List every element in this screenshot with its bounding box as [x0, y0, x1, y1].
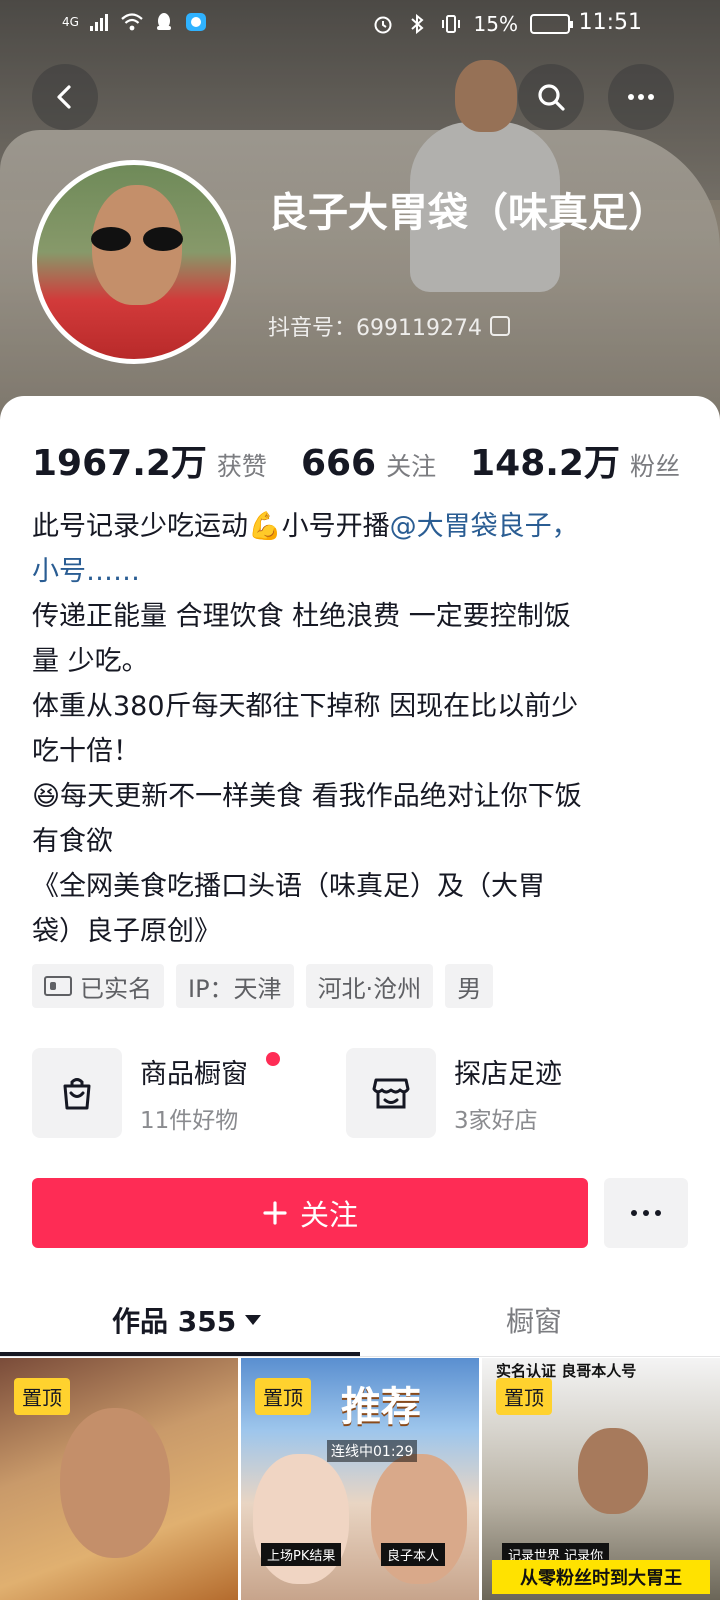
bio-line: 吃十倍！ [32, 736, 140, 767]
stat-likes[interactable]: 1967.2万 获赞 [32, 434, 267, 486]
store-icon [372, 1078, 410, 1109]
more-horizontal-icon [628, 94, 654, 100]
search-button[interactable] [518, 64, 584, 130]
tab-works-label: 作品 355 [112, 1305, 237, 1338]
entry-subtitle: 11件好物 [140, 1107, 239, 1134]
stat-label: 关注 [386, 452, 437, 481]
back-button[interactable] [32, 64, 98, 130]
video-title-art: 推荐 [341, 1384, 421, 1430]
stat-label: 粉丝 [629, 452, 680, 481]
profile-more-button[interactable] [604, 1178, 688, 1248]
avatar[interactable] [32, 160, 236, 364]
network-label: 4G [62, 15, 79, 29]
tag-location: 河北·沧州 [305, 964, 434, 1008]
douyin-id-text: 抖音号：699119274 [268, 316, 482, 341]
profile-card: 1967.2万 获赞 666 关注 148.2万 粉丝 此号记录少吃运动💪小号开… [0, 396, 720, 1600]
signal-icon [89, 14, 108, 31]
video-subtitle: 良子本人 [381, 1543, 446, 1566]
search-icon [538, 84, 565, 111]
vibrate-icon [441, 15, 460, 33]
bio-line: 传递正能量 合理饮食 杜绝浪费 一定要控制饭 [32, 601, 571, 632]
mention-link[interactable]: @大胃袋良子， [390, 511, 579, 542]
douyin-id[interactable]: 抖音号：699119274 [268, 310, 510, 342]
mention-link-continued[interactable]: 小号…… [32, 549, 688, 594]
stat-value: 1967.2万 [32, 443, 207, 484]
tag-verified: 已实名 [32, 964, 164, 1008]
video-thumbnail[interactable]: 置顶 [0, 1358, 238, 1600]
bluetooth-icon [410, 14, 424, 34]
status-bar: 4G 15% 11:51 [0, 0, 720, 48]
tag-gender: 男 [445, 964, 494, 1008]
pinned-badge: 置顶 [496, 1378, 552, 1415]
bio-line: 袋）良子原创》 [32, 916, 221, 947]
bio-line: 量 少吃。 [32, 646, 149, 677]
bio-line: 此号记录少吃运动💪小号开播 [32, 511, 390, 542]
video-thumbnail[interactable]: 推荐 连线中01:29 上场PK结果 良子本人 置顶 [241, 1358, 479, 1600]
video-thumbnail[interactable]: 实名认证 良哥本人号 记录世界 记录你 从零粉丝时到大胃王 置顶 [482, 1358, 720, 1600]
content-tabs: 作品 355 橱窗 [0, 1286, 720, 1358]
bio-line: 有食欲 [32, 826, 113, 857]
live-status: 连线中01:29 [327, 1440, 418, 1462]
shopping-bag-icon [63, 1078, 91, 1110]
more-horizontal-icon [631, 1210, 661, 1216]
profile-tags: 已实名 IP：天津 河北·沧州 男 [32, 964, 494, 1008]
stat-value: 148.2万 [470, 443, 620, 484]
profile-stats: 1967.2万 获赞 666 关注 148.2万 粉丝 [32, 434, 714, 486]
profile-entries: 商品橱窗 11件好物 探店足迹 3家好店 [32, 1048, 688, 1138]
sunglasses [89, 227, 185, 253]
bio-line: 《全网美食吃播口头语（味真足）及（大胃 [32, 871, 545, 902]
qq-icon [156, 13, 171, 30]
id-card-icon [44, 976, 72, 996]
copy-icon[interactable] [489, 316, 510, 336]
entry-title: 探店足迹 [454, 1058, 562, 1090]
stat-label: 获赞 [216, 452, 267, 481]
wifi-icon [121, 13, 143, 31]
caret-down-icon[interactable] [244, 1314, 262, 1326]
tag-ip: IP：天津 [176, 964, 294, 1008]
profile-bio: 此号记录少吃运动💪小号开播@大胃袋良子， 小号…… 传递正能量 合理饮食 杜绝浪… [32, 504, 688, 954]
entry-shop-window[interactable]: 商品橱窗 11件好物 [32, 1048, 346, 1138]
entry-title: 商品橱窗 [140, 1058, 248, 1090]
video-subtitle: 上场PK结果 [261, 1543, 342, 1566]
bio-line: 体重从380斤每天都往下掉称 因现在比以前少 [32, 691, 579, 722]
tab-shop-window[interactable]: 橱窗 [506, 1300, 562, 1340]
plus-icon [263, 1201, 287, 1225]
app-notification-icon [185, 13, 206, 31]
clock: 11:51 [578, 10, 642, 35]
bio-line: 😆每天更新不一样美食 看我作品绝对让你下饭 [32, 781, 582, 812]
entry-subtitle: 3家好店 [454, 1107, 538, 1134]
stat-followers[interactable]: 148.2万 粉丝 [470, 434, 680, 486]
stat-value: 666 [300, 443, 377, 484]
alarm-icon [374, 16, 392, 34]
entry-store-visits[interactable]: 探店足迹 3家好店 [346, 1048, 660, 1138]
battery-icon [530, 14, 573, 34]
follow-button-label: 关注 [299, 1198, 358, 1232]
stat-following[interactable]: 666 关注 [301, 443, 436, 484]
notification-dot [266, 1052, 280, 1066]
profile-nickname: 良子大胃袋（味真足） [268, 190, 668, 236]
video-caption: 从零粉丝时到大胃王 [492, 1560, 710, 1594]
more-options-button[interactable] [608, 64, 674, 130]
tab-works[interactable]: 作品 355 [112, 1300, 262, 1340]
battery-percent: 15% [473, 12, 518, 36]
follow-button[interactable]: 关注 [32, 1178, 588, 1248]
pinned-badge: 置顶 [255, 1378, 311, 1415]
chevron-left-icon [57, 85, 71, 109]
video-grid: 置顶 推荐 连线中01:29 上场PK结果 良子本人 置顶 实名认证 良哥本人号… [0, 1358, 720, 1600]
pinned-badge: 置顶 [14, 1378, 70, 1415]
